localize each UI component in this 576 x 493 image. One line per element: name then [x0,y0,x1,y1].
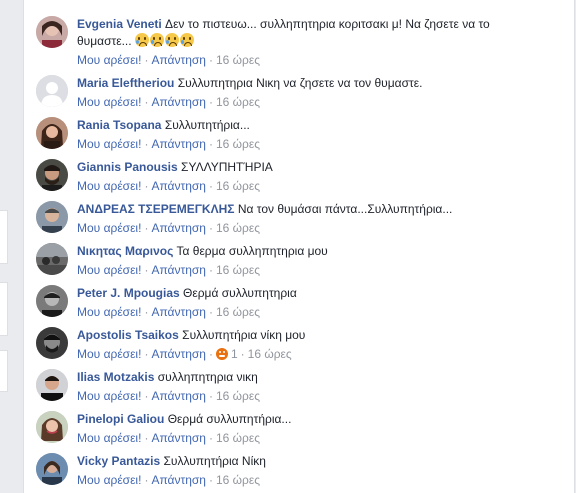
comment-body: συλληπητηρια νικη [157,370,258,384]
comment-body: Θερμά συλλυπητήρια... [167,412,292,426]
timestamp[interactable]: 16 ώρες [216,137,260,151]
comment-text: Vicky Pantazis Συλλυπητήρια Νίκη [77,453,557,470]
like-link[interactable]: Μου αρέσει! [77,431,141,445]
comment-body: Θερμά συλλυπητηρια [183,286,297,300]
comment-body-cont: θυμαστε... [77,34,132,48]
like-link[interactable]: Μου αρέσει! [77,95,141,109]
comment-actions: Μου αρέσει! · Απάντηση · 16 ώρες [77,221,260,235]
avatar[interactable] [36,453,68,485]
crying-face-icon [149,33,164,47]
timestamp[interactable]: 16 ώρες [216,53,260,67]
comment-body: Συλλυπητήρια... [164,118,250,132]
like-link[interactable]: Μου αρέσει! [77,221,141,235]
comment-text: Evgenia Veneti Δεν το πιστευω... συλληπη… [77,16,557,50]
comment-body: Συλλυπητηρια Νικη να ζησετε να τον θυμασ… [177,76,423,90]
comment-body: Δεν το πιστευω... συλληπητηρια κοριτσακι… [165,17,490,31]
comment-author[interactable]: Peter J. Mpougias [77,286,180,300]
comment-text: Νικητας Μαρινος Τα θερμα συλληπητηρια μο… [77,243,557,260]
left-panel-edge [0,350,8,392]
comment-body: Συλλυπητήρια νίκη μου [182,328,306,342]
comment-body: Να τον θυμάσαι πάντα...Συλλυπητήρια... [237,202,453,216]
comment-author[interactable]: Maria Eleftheriou [77,76,174,90]
comment-text: Peter J. Mpougias Θερμά συλλυπητηρια [77,285,557,302]
avatar[interactable] [36,369,68,401]
avatar[interactable] [36,117,68,149]
comment-body: Τα θερμα συλληπητηρια μου [176,244,328,258]
comment-body: ΣΥΛΛΥΠΗΤΉΡΙΑ [181,160,273,174]
comment-actions: Μου αρέσει! · Απάντηση · 16 ώρες [77,53,260,67]
angry-reaction-icon[interactable] [215,348,228,360]
like-link[interactable]: Μου αρέσει! [77,137,141,151]
timestamp[interactable]: 16 ώρες [248,347,292,361]
comment-text: Ilias Motzakis συλληπητηρια νικη [77,369,557,386]
reply-link[interactable]: Απάντηση [151,179,206,193]
reply-link[interactable]: Απάντηση [151,53,206,67]
like-link[interactable]: Μου αρέσει! [77,263,141,277]
reply-link[interactable]: Απάντηση [151,95,206,109]
reply-link[interactable]: Απάντηση [151,389,206,403]
like-link[interactable]: Μου αρέσει! [77,347,141,361]
avatar[interactable] [36,327,68,359]
avatar[interactable] [36,411,68,443]
reply-link[interactable]: Απάντηση [151,305,206,319]
timestamp[interactable]: 16 ώρες [216,263,260,277]
reaction-count[interactable]: 1 [231,347,238,361]
like-link[interactable]: Μου αρέσει! [77,53,141,67]
reply-link[interactable]: Απάντηση [151,221,206,235]
crying-face-icon [164,33,179,47]
avatar[interactable] [36,285,68,317]
reply-link[interactable]: Απάντηση [151,137,206,151]
avatar[interactable] [36,16,68,48]
reply-link[interactable]: Απάντηση [151,263,206,277]
reply-link[interactable]: Απάντηση [151,347,206,361]
comment-actions: Μου αρέσει! · Απάντηση · 16 ώρες [77,473,260,487]
timestamp[interactable]: 16 ώρες [216,431,260,445]
comment-author[interactable]: Giannis Panousis [77,160,178,174]
avatar[interactable] [36,243,68,275]
comment-body: Συλλυπητήρια Νίκη [163,454,266,468]
reply-link[interactable]: Απάντηση [151,431,206,445]
like-link[interactable]: Μου αρέσει! [77,179,141,193]
comment-text: Giannis Panousis ΣΥΛΛΥΠΗΤΉΡΙΑ [77,159,557,176]
timestamp[interactable]: 16 ώρες [216,305,260,319]
left-panel-edge [0,282,8,336]
like-link[interactable]: Μου αρέσει! [77,389,141,403]
comments-panel: Evgenia Veneti Δεν το πιστευω... συλληπη… [23,0,575,493]
comment-author[interactable]: Apostolis Tsaikos [77,328,179,342]
like-link[interactable]: Μου αρέσει! [77,305,141,319]
comment-author[interactable]: Νικητας Μαρινος [77,244,173,258]
timestamp[interactable]: 16 ώρες [216,221,260,235]
timestamp[interactable]: 16 ώρες [216,389,260,403]
comment-text: Maria Eleftheriou Συλλυπητηρια Νικη να ζ… [77,75,557,92]
comment-text: Pinelopi Galiou Θερμά συλλυπητήρια... [77,411,557,428]
timestamp[interactable]: 16 ώρες [216,473,260,487]
left-panel-edge [0,210,8,264]
comment-actions: Μου αρέσει! · Απάντηση · 16 ώρες [77,305,260,319]
timestamp[interactable]: 16 ώρες [216,179,260,193]
reply-link[interactable]: Απάντηση [151,473,206,487]
comment-actions: Μου αρέσει! · Απάντηση · 16 ώρες [77,137,260,151]
like-link[interactable]: Μου αρέσει! [77,473,141,487]
crying-face-icon [134,33,149,47]
comment-author[interactable]: Ilias Motzakis [77,370,154,384]
comment-actions: Μου αρέσει! · Απάντηση · 16 ώρες [77,263,260,277]
timestamp[interactable]: 16 ώρες [216,95,260,109]
avatar[interactable] [36,75,68,107]
comment-actions: Μου αρέσει! · Απάντηση · 16 ώρες [77,179,260,193]
comment-text: Rania Tsopana Συλλυπητήρια... [77,117,557,134]
comment-actions: Μου αρέσει! · Απάντηση · 16 ώρες [77,95,260,109]
comment-author[interactable]: Vicky Pantazis [77,454,160,468]
comment-actions: Μου αρέσει! · Απάντηση · 16 ώρες [77,431,260,445]
avatar[interactable] [36,201,68,233]
comment-author[interactable]: ΑΝΔΡΕΑΣ ΤΣΕΡΕΜΕΓΚΛΗΣ [77,202,234,216]
comment-author[interactable]: Rania Tsopana [77,118,161,132]
comment-author[interactable]: Evgenia Veneti [77,17,162,31]
comment-actions: Μου αρέσει! · Απάντηση · 1 · 16 ώρες [77,347,292,361]
comment-author[interactable]: Pinelopi Galiou [77,412,164,426]
crying-face-icon [179,33,194,47]
comment-actions: Μου αρέσει! · Απάντηση · 16 ώρες [77,389,260,403]
comment-text: ΑΝΔΡΕΑΣ ΤΣΕΡΕΜΕΓΚΛΗΣ Να τον θυμάσαι πάντ… [77,201,557,218]
avatar[interactable] [36,159,68,191]
comment-text: Apostolis Tsaikos Συλλυπητήρια νίκη μου [77,327,557,344]
